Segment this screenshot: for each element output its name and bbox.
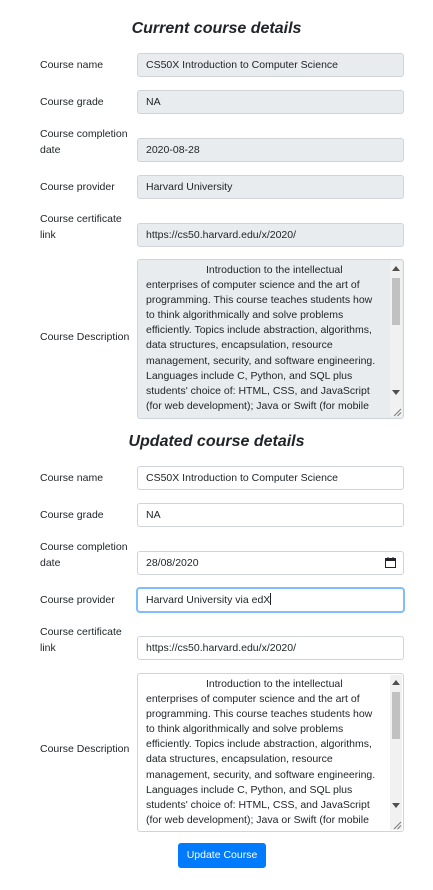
scrollbar-thumb[interactable] (392, 278, 400, 325)
updated-description-scrollbar[interactable] (390, 675, 402, 830)
current-provider-field[interactable]: Harvard University (137, 175, 404, 199)
current-description-label: Course Description (40, 331, 130, 343)
updated-provider-value: Harvard University via edX (146, 594, 271, 606)
updated-provider-input[interactable]: Harvard University via edX (137, 588, 404, 612)
current-certificate-label: Course certificate link (40, 213, 122, 241)
updated-course-name-input[interactable]: CS50X Introduction to Computer Science (137, 466, 404, 490)
current-section-heading: Current course details (131, 20, 302, 37)
current-certificate-field[interactable]: https://cs50.harvard.edu/x/2020/ (137, 223, 404, 247)
updated-completion-date-label: Course completion date (40, 541, 128, 569)
current-description-scrollbar[interactable] (390, 261, 402, 417)
updated-completion-date-value: 28/08/2020 (146, 557, 199, 569)
current-course-name-field[interactable]: CS50X Introduction to Computer Science (137, 53, 404, 77)
update-course-button[interactable]: Update Course (178, 843, 266, 868)
scrollbar-thumb[interactable] (392, 692, 400, 739)
current-provider-label: Course provider (40, 181, 115, 193)
resize-handle-icon[interactable] (392, 407, 402, 417)
resize-handle-icon[interactable] (392, 820, 402, 830)
updated-certificate-input[interactable]: https://cs50.harvard.edu/x/2020/ (137, 636, 404, 660)
scroll-down-arrow-icon[interactable] (392, 390, 400, 395)
scroll-up-arrow-icon[interactable] (392, 680, 400, 685)
calendar-icon[interactable] (385, 557, 396, 568)
current-description-text: Introduction to the intellectual enterpr… (146, 264, 376, 412)
current-description-textarea[interactable]: Introduction to the intellectual enterpr… (137, 259, 404, 419)
updated-course-grade-label: Course grade (40, 509, 104, 521)
updated-description-label: Course Description (40, 743, 130, 755)
updated-description-text: Introduction to the intellectual enterpr… (146, 678, 376, 826)
current-course-name-label: Course name (40, 59, 104, 71)
current-course-grade-label: Course grade (40, 96, 104, 108)
current-completion-date-field[interactable]: 2020-08-28 (137, 138, 404, 162)
scroll-down-arrow-icon[interactable] (392, 803, 400, 808)
updated-completion-date-input[interactable]: 28/08/2020 (137, 551, 404, 575)
updated-description-textarea[interactable]: Introduction to the intellectual enterpr… (137, 673, 404, 832)
current-course-grade-field[interactable]: NA (137, 90, 404, 114)
scroll-up-arrow-icon[interactable] (392, 266, 400, 271)
updated-section-heading: Updated course details (128, 433, 305, 450)
updated-provider-label: Course provider (40, 594, 115, 606)
updated-certificate-label: Course certificate link (40, 626, 122, 654)
updated-course-name-label: Course name (40, 472, 104, 484)
current-completion-date-label: Course completion date (40, 128, 128, 156)
updated-course-grade-input[interactable]: NA (137, 503, 404, 527)
text-cursor (270, 593, 272, 605)
